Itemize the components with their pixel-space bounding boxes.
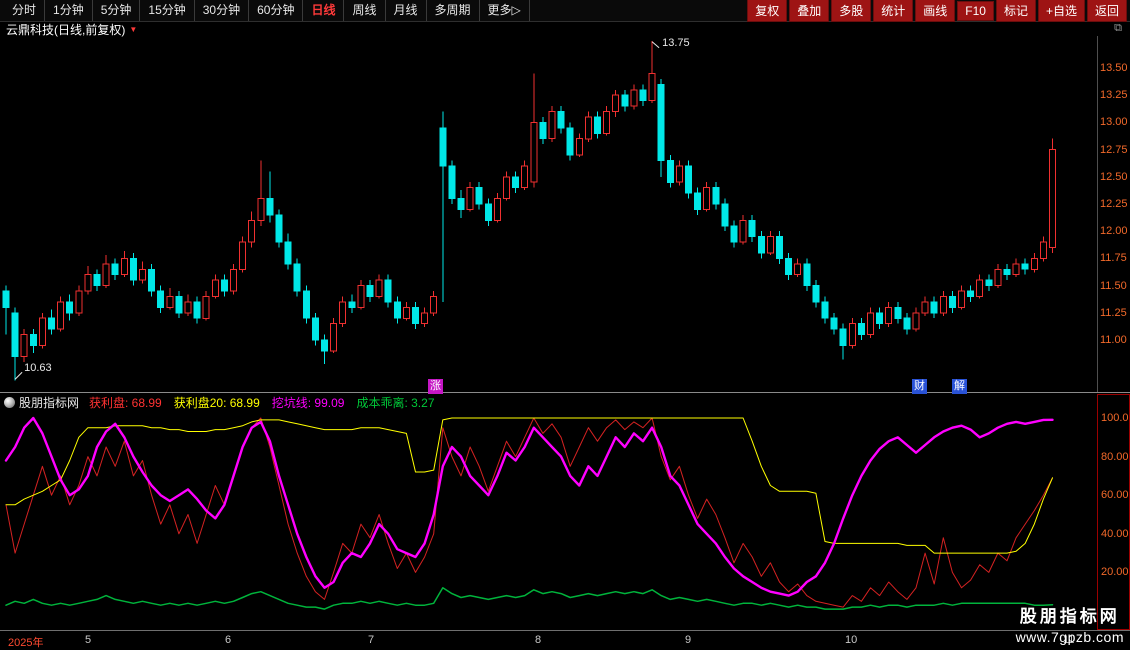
price-axis-label-10: 11.00 [1100, 334, 1127, 346]
stock-title: 云鼎科技(日线,前复权) [6, 21, 125, 38]
period-menu-item-9[interactable]: 多周期 [427, 0, 480, 21]
indicator-field-2: 挖坑线: 99.09 [272, 396, 345, 410]
period-menu-item-1[interactable]: 1分钟 [45, 0, 93, 21]
price-axis-label-4: 12.50 [1100, 171, 1128, 183]
period-menu-item-5[interactable]: 60分钟 [249, 0, 303, 21]
indicator-field-3: 成本乖离: 3.27 [356, 396, 434, 410]
price-axis-label-2: 13.00 [1100, 116, 1128, 128]
time-axis-tick-1: 5 [85, 634, 91, 646]
title-bar: 云鼎科技(日线,前复权) ▼ ⧉ [0, 22, 1130, 36]
price-axis: 13.50 13.25 13.00 12.75 12.50 12.25 12.00 11.75… [1097, 36, 1130, 392]
toolbar-button-3[interactable]: 统计 [873, 0, 913, 22]
watermark-title: 股朋指标网 [1016, 602, 1124, 627]
indicator-line-成本乖离 [6, 588, 1053, 609]
indicator-chart-pane[interactable] [0, 412, 1097, 630]
time-axis: 2025年567891011 [0, 630, 1130, 650]
candlestick-svg [0, 36, 1097, 386]
time-axis-tick-3: 7 [368, 634, 374, 646]
period-menu-item-3[interactable]: 15分钟 [140, 0, 194, 21]
period-menu-item-4[interactable]: 30分钟 [195, 0, 249, 21]
indicator-svg [0, 412, 1097, 630]
period-menu-item-8[interactable]: 月线 [386, 0, 427, 21]
indicator-axis-label-3: 40.00 [1101, 528, 1129, 540]
period-menu-item-0[interactable]: 分时 [4, 0, 45, 21]
toolbar-button-5[interactable]: F10 [957, 1, 994, 21]
period-menu-item-2[interactable]: 5分钟 [93, 0, 141, 21]
toolbar-button-0[interactable]: 复权 [747, 0, 787, 22]
indicator-axis-label-0: 100.0 [1101, 412, 1129, 424]
time-axis-tick-5: 9 [685, 634, 691, 646]
period-menu-item-6[interactable]: 日线 [303, 0, 344, 21]
indicator-axis: 100.0 80.00 60.00 40.00 20.00 [1097, 394, 1130, 630]
toolbar-button-4[interactable]: 画线 [915, 0, 955, 22]
indicator-line-获利盘 [6, 418, 1053, 607]
price-axis-label-6: 12.00 [1100, 225, 1128, 237]
event-tag-2[interactable]: 解 [952, 379, 967, 394]
toolbar-button-1[interactable]: 叠加 [789, 0, 829, 22]
high-price-annotation: 13.75 [662, 37, 690, 49]
price-axis-label-0: 13.50 [1100, 62, 1128, 74]
event-tag-1[interactable]: 财 [912, 379, 927, 394]
time-axis-tick-2: 6 [225, 634, 231, 646]
toolbar-button-6[interactable]: 标记 [996, 0, 1036, 22]
indicator-values: 获利盘: 68.99 获利盘20: 68.99 挖坑线: 99.09 成本乖离: 3.… [89, 394, 446, 411]
indicator-field-0: 获利盘: 68.99 [89, 396, 162, 410]
candlestick-chart-pane[interactable]: 13.75 10.63 [0, 36, 1097, 386]
price-axis-label-9: 11.25 [1100, 307, 1127, 319]
indicator-axis-label-1: 80.00 [1101, 451, 1129, 463]
time-axis-tick-4: 8 [535, 634, 541, 646]
time-axis-tick-6: 10 [845, 634, 857, 646]
indicator-header: 股朋指标网 获利盘: 68.99 获利盘20: 68.99 挖坑线: 99.09 成本… [0, 395, 1095, 410]
watermark: 股朋指标网 www.7gpzb.com [1016, 602, 1124, 645]
indicator-field-1: 获利盘20: 68.99 [174, 396, 260, 410]
brand-name: 股朋指标网 [19, 394, 79, 411]
window-icon[interactable]: ⧉ [1114, 22, 1122, 35]
price-axis-label-3: 12.75 [1100, 144, 1128, 156]
price-axis-label-1: 13.25 [1100, 89, 1128, 101]
period-menu-item-10[interactable]: 更多▷ [480, 0, 530, 21]
toolbar-button-8[interactable]: 返回 [1087, 0, 1127, 22]
dropdown-caret-icon[interactable]: ▼ [129, 25, 137, 34]
top-menubar: 分时1分钟5分钟15分钟30分钟60分钟日线周线月线多周期更多▷ 复权叠加多股统… [0, 0, 1130, 22]
period-menu: 分时1分钟5分钟15分钟30分钟60分钟日线周线月线多周期更多▷ [0, 0, 530, 21]
toolbar-button-7[interactable]: +自选 [1038, 0, 1085, 22]
brand-logo-icon [4, 397, 15, 408]
event-tag-0[interactable]: 涨 [428, 379, 443, 394]
price-axis-label-7: 11.75 [1100, 252, 1127, 264]
time-axis-tick-0: 2025年 [8, 634, 43, 650]
toolbar-menu: 复权叠加多股统计画线F10标记+自选返回 [747, 0, 1130, 21]
indicator-axis-label-4: 20.00 [1101, 566, 1129, 578]
indicator-line-挖坑线 [6, 418, 1053, 596]
price-axis-label-8: 11.50 [1100, 280, 1127, 292]
toolbar-button-2[interactable]: 多股 [831, 0, 871, 22]
watermark-url: www.7gpzb.com [1016, 629, 1124, 645]
price-axis-label-5: 12.25 [1100, 198, 1128, 210]
indicator-axis-label-2: 60.00 [1101, 489, 1129, 501]
period-menu-item-7[interactable]: 周线 [344, 0, 385, 21]
low-price-annotation: 10.63 [24, 362, 52, 374]
